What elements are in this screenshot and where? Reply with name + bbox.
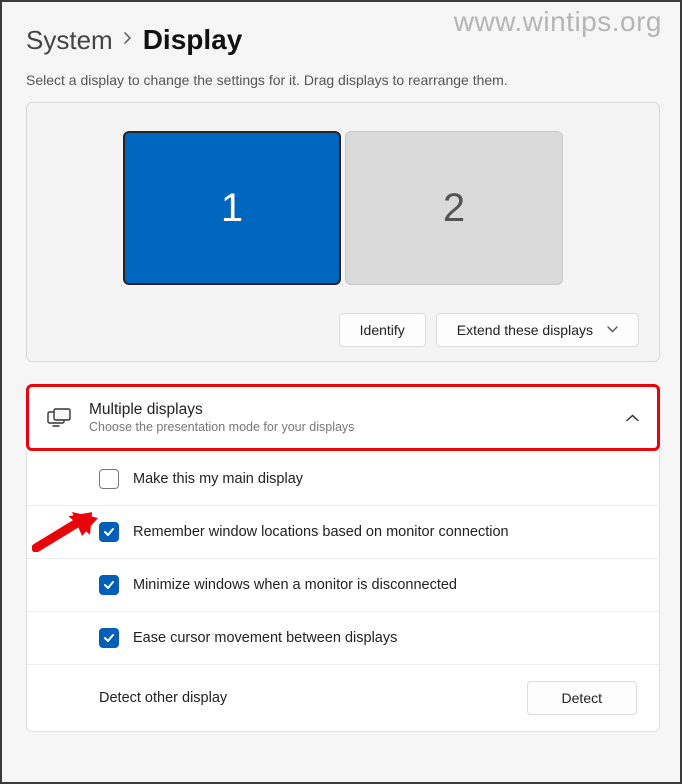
option-main-display[interactable]: Make this my main display — [27, 451, 659, 505]
identify-button[interactable]: Identify — [339, 313, 426, 347]
breadcrumb: System Display — [26, 24, 660, 56]
monitor-1[interactable]: 1 — [123, 131, 341, 285]
option-label: Minimize windows when a monitor is disco… — [133, 577, 457, 593]
chevron-down-icon — [607, 324, 618, 336]
option-detect-display: Detect other display Detect — [27, 664, 659, 731]
multiple-displays-icon — [47, 408, 71, 428]
multiple-displays-options: Make this my main display Remember windo… — [26, 451, 660, 732]
multiple-displays-section[interactable]: Multiple displays Choose the presentatio… — [26, 384, 660, 451]
breadcrumb-current: Display — [143, 24, 243, 56]
checkbox-main-display[interactable] — [99, 469, 119, 489]
detect-button[interactable]: Detect — [527, 681, 637, 715]
extend-displays-dropdown[interactable]: Extend these displays — [436, 313, 639, 347]
section-subtitle: Choose the presentation mode for your di… — [89, 420, 354, 434]
checkbox-remember-locations[interactable] — [99, 522, 119, 542]
monitor-2[interactable]: 2 — [345, 131, 563, 285]
detect-label: Detect other display — [99, 690, 227, 706]
display-arranger: 1 2 Identify Extend these displays — [26, 102, 660, 362]
checkbox-ease-cursor[interactable] — [99, 628, 119, 648]
option-ease-cursor[interactable]: Ease cursor movement between displays — [27, 611, 659, 664]
checkbox-minimize-disconnected[interactable] — [99, 575, 119, 595]
monitor-canvas[interactable]: 1 2 — [47, 123, 639, 313]
option-label: Remember window locations based on monit… — [133, 524, 509, 540]
display-hint: Select a display to change the settings … — [26, 72, 660, 88]
option-remember-locations[interactable]: Remember window locations based on monit… — [27, 505, 659, 558]
section-title: Multiple displays — [89, 401, 354, 419]
chevron-up-icon — [626, 410, 639, 425]
chevron-right-icon — [123, 31, 133, 49]
option-label: Make this my main display — [133, 471, 303, 487]
breadcrumb-parent[interactable]: System — [26, 25, 113, 56]
option-label: Ease cursor movement between displays — [133, 630, 397, 646]
option-minimize-disconnected[interactable]: Minimize windows when a monitor is disco… — [27, 558, 659, 611]
